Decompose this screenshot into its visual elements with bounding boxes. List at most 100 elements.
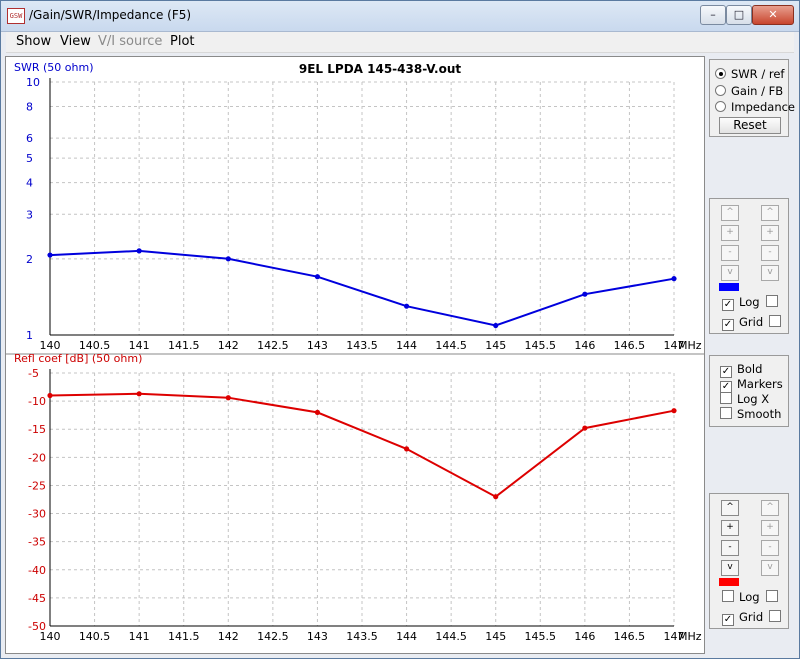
- top-left-up-button[interactable]: ^: [721, 205, 739, 221]
- refl-data-point: [582, 425, 588, 431]
- checkbox-label: Bold: [737, 362, 763, 376]
- swr-x-tick-label: 146: [574, 339, 595, 352]
- top-grid-checkbox[interactable]: ✓ Grid: [722, 315, 782, 331]
- radio-swr-ref[interactable]: SWR / ref: [715, 67, 784, 81]
- top-left-plus-button[interactable]: +: [721, 225, 739, 241]
- radio-dot: [715, 101, 726, 112]
- menu-show[interactable]: Show: [16, 34, 51, 49]
- menu-vi-source: V/I source: [98, 34, 163, 49]
- refl-x-tick-label: 142.5: [257, 630, 289, 643]
- checkbox-label: Grid: [739, 610, 764, 624]
- top-series-color-swatch[interactable]: [719, 283, 739, 291]
- top-log-checkbox[interactable]: ✓ Log: [722, 295, 778, 311]
- refl-y-tick-label: -20: [28, 451, 46, 464]
- log-x-checkbox[interactable]: Log X: [720, 392, 769, 406]
- checkbox-box: [720, 392, 732, 404]
- checkbox-label: Log: [739, 590, 760, 604]
- refl-data-point: [493, 494, 499, 500]
- chart-title: 9EL LPDA 145-438-V.out: [299, 62, 462, 76]
- radio-impedance[interactable]: Impedance: [715, 100, 795, 114]
- swr-data-point: [671, 276, 677, 282]
- bottom-left-up-button[interactable]: ^: [721, 500, 739, 516]
- refl-data-point: [225, 395, 231, 401]
- swr-x-tick-label: 144: [396, 339, 417, 352]
- bottom-right-minus-button[interactable]: -: [761, 540, 779, 556]
- swr-x-tick-label: 141.5: [168, 339, 200, 352]
- refl-x-tick-label: 143.5: [346, 630, 378, 643]
- plot-mode-panel: SWR / ref Gain / FB Impedance Reset: [709, 59, 795, 137]
- checkbox-box-right[interactable]: [765, 590, 778, 602]
- swr-data-point: [582, 291, 588, 297]
- bottom-right-plus-button[interactable]: +: [761, 520, 779, 536]
- refl-y-axis-label: Refl coef [dB] (50 ohm): [14, 352, 142, 365]
- top-left-minus-button[interactable]: -: [721, 245, 739, 261]
- markers-checkbox[interactable]: ✓ Markers: [720, 377, 783, 393]
- checkbox-box: ✓: [722, 614, 734, 626]
- refl-y-tick-label: -40: [28, 564, 46, 577]
- refl-x-axis-label: MHz: [678, 630, 702, 643]
- bottom-left-plus-button[interactable]: +: [721, 520, 739, 536]
- swr-y-tick-label: 5: [26, 152, 33, 165]
- checkbox-box: ✓: [722, 319, 734, 331]
- swr-y-tick-label: 4: [26, 177, 33, 190]
- bottom-right-up-button[interactable]: ^: [761, 500, 779, 516]
- checkbox-box-right[interactable]: [769, 315, 782, 327]
- top-left-down-button[interactable]: v: [721, 265, 739, 281]
- smooth-checkbox[interactable]: Smooth: [720, 407, 781, 421]
- refl-data-point: [403, 446, 410, 452]
- refl-x-tick-label: 144.5: [435, 630, 467, 643]
- swr-y-tick-label: 6: [26, 132, 33, 145]
- refl-x-tick-label: 145: [485, 630, 506, 643]
- radio-dot: [715, 68, 726, 79]
- swr-x-tick-label: 144.5: [435, 339, 467, 352]
- checkbox-box-right[interactable]: [769, 610, 782, 622]
- swr-data-point: [47, 252, 53, 258]
- top-right-up-button[interactable]: ^: [761, 205, 779, 221]
- plot-area[interactable]: 140 140.5 141 141.5 142 142.5 143 143.5 144 144.5…: [5, 56, 705, 654]
- refl-x-tick-label: 141.5: [168, 630, 200, 643]
- checkbox-label: Smooth: [737, 407, 782, 421]
- top-right-minus-button[interactable]: -: [761, 245, 779, 261]
- swr-x-tick-label: 140.5: [79, 339, 111, 352]
- swr-data-point: [493, 322, 499, 329]
- radio-gain-fb[interactable]: Gain / FB: [715, 84, 783, 98]
- bottom-series-color-swatch[interactable]: [719, 578, 739, 586]
- menu-view[interactable]: View: [60, 34, 91, 49]
- chart-canvas: 140 140.5 141 141.5 142 142.5 143 143.5 144 144.5…: [6, 61, 704, 643]
- swr-y-tick-label: 10: [26, 76, 40, 89]
- checkbox-box-right[interactable]: [765, 295, 778, 307]
- checkbox-label: Log X: [737, 392, 770, 406]
- bottom-right-down-button[interactable]: v: [761, 560, 779, 576]
- swr-x-tick-label: 141: [129, 339, 150, 352]
- swr-x-tick-label: 143.5: [346, 339, 378, 352]
- options-panel: ✓ Bold ✓ Markers Log X Smooth: [709, 355, 789, 427]
- swr-x-tick-label: 145: [485, 339, 506, 352]
- app-icon[interactable]: GSW: [7, 8, 25, 24]
- swr-data-point: [314, 274, 321, 280]
- refl-x-tick-label: 144: [396, 630, 417, 643]
- app-window: GSW /Gain/SWR/Impedance (F5) – □ ✕ Show …: [0, 0, 800, 659]
- swr-x-axis-label: MHz: [678, 339, 702, 352]
- top-right-plus-button[interactable]: +: [761, 225, 779, 241]
- refl-data-point: [671, 408, 677, 414]
- title-bar[interactable]: GSW /Gain/SWR/Impedance (F5) – □ ✕: [1, 1, 799, 32]
- bottom-left-minus-button[interactable]: -: [721, 540, 739, 556]
- close-button[interactable]: ✕: [752, 5, 794, 25]
- refl-y-tick-label: -10: [28, 395, 46, 408]
- refl-y-tick-label: -50: [28, 620, 46, 633]
- refl-x-tick-label: 146.5: [614, 630, 646, 643]
- bottom-grid-checkbox[interactable]: ✓ Grid: [722, 610, 782, 626]
- swr-y-tick-label: 2: [26, 253, 33, 266]
- maximize-button[interactable]: □: [726, 5, 752, 25]
- refl-y-tick-label: -30: [28, 508, 46, 521]
- bottom-left-down-button[interactable]: v: [721, 560, 739, 576]
- bottom-log-checkbox[interactable]: Log: [722, 590, 778, 604]
- reset-button[interactable]: Reset: [719, 117, 781, 134]
- refl-y-tick-label: -5: [28, 367, 39, 380]
- top-right-down-button[interactable]: v: [761, 265, 779, 281]
- bold-checkbox[interactable]: ✓ Bold: [720, 362, 762, 378]
- checkbox-label: Markers: [737, 377, 783, 391]
- menu-plot[interactable]: Plot: [170, 34, 195, 49]
- minimize-button[interactable]: –: [700, 5, 726, 25]
- checkbox-box: [722, 590, 734, 602]
